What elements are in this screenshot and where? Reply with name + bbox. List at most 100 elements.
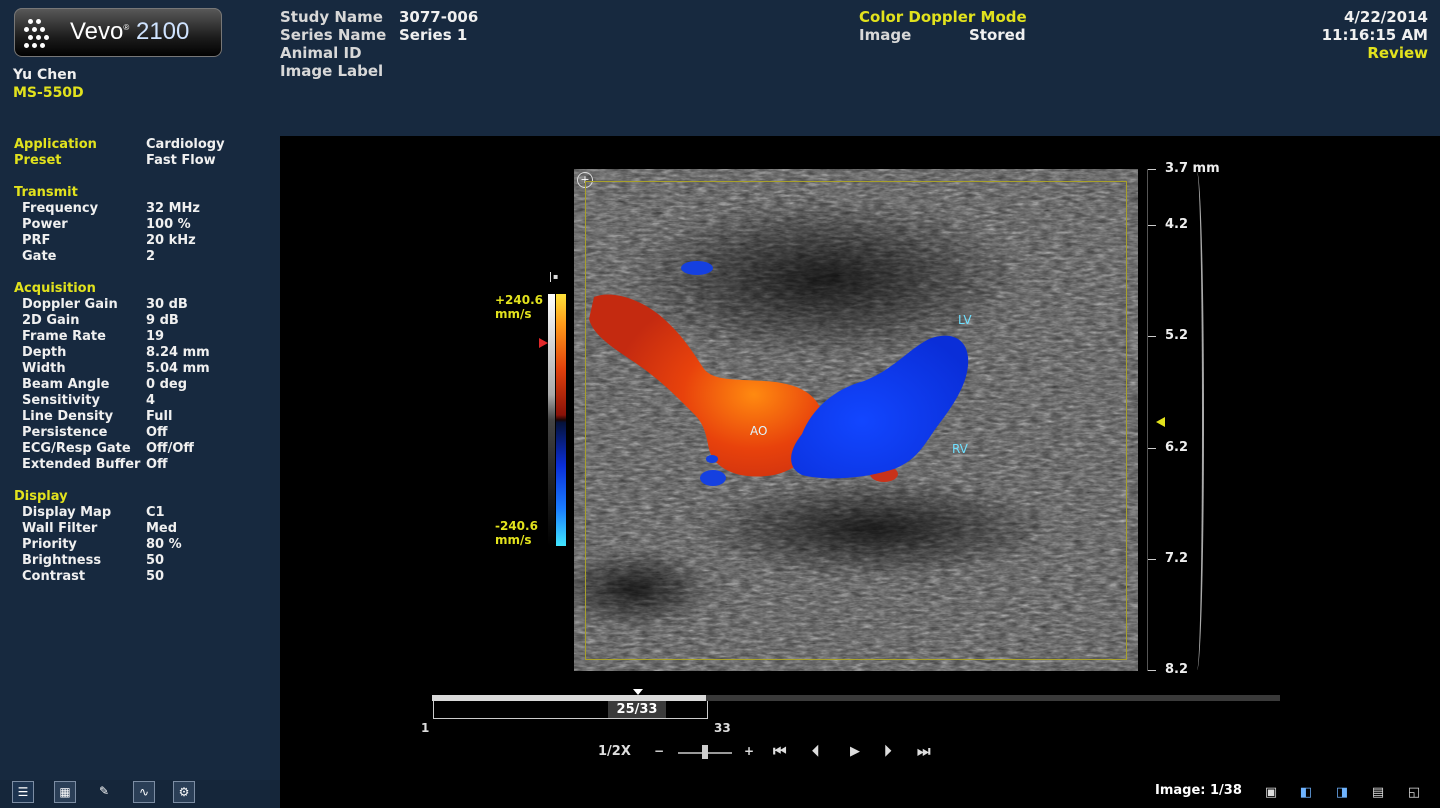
setting-label: Extended Buffer <box>22 457 141 472</box>
setting-value: 5.04 mm <box>146 361 210 376</box>
study-name-label: Study Name <box>280 8 383 26</box>
preset-value: Fast Flow <box>146 153 216 168</box>
brand-name: Vevo <box>70 18 124 45</box>
setting-value: 20 kHz <box>146 233 196 248</box>
velocity-min: -240.6 <box>495 519 538 533</box>
depth-label: 5.2 <box>1165 328 1189 343</box>
setting-label: Frame Rate <box>22 329 106 344</box>
delete-image-icon[interactable]: ▣ <box>1259 783 1283 803</box>
setting-value: 50 <box>146 569 165 584</box>
settings-sidebar: Vevo® 2100 Yu Chen MS-550D Application C… <box>0 0 280 780</box>
measure-icon[interactable]: ✎ <box>93 781 115 803</box>
imaging-mode: Color Doppler Mode <box>859 8 1027 26</box>
baseline-marker-icon: ▪ <box>550 272 561 282</box>
setting-label: Gate <box>22 249 57 264</box>
setting-label: Doppler Gain <box>22 297 118 312</box>
setting-value: 50 <box>146 553 165 568</box>
setting-label: Persistence <box>22 425 108 440</box>
list-icon[interactable]: ☰ <box>12 781 34 803</box>
cine-loop-bracket <box>433 701 708 719</box>
setting-label: Brightness <box>22 553 102 568</box>
velocity-unit-bottom: mm/s <box>495 533 532 547</box>
setting-value: Med <box>146 521 178 536</box>
setting-value: 9 dB <box>146 313 179 328</box>
play-button[interactable]: ▶ <box>850 744 860 759</box>
brand-model: 2100 <box>135 18 190 45</box>
setting-value: C1 <box>146 505 165 520</box>
depth-curve <box>1190 172 1204 670</box>
depth-label: 6.2 <box>1165 440 1189 455</box>
first-frame-button[interactable]: ⏮ <box>773 742 787 760</box>
time: 11:16:15 AM <box>1321 26 1428 44</box>
settings-gear-icon[interactable]: ⚙ <box>173 781 195 803</box>
image-label: Image <box>859 26 912 44</box>
setting-value: Full <box>146 409 173 424</box>
label-ao: AO <box>750 424 768 438</box>
preset-label: Preset <box>14 153 62 168</box>
setting-value: 2 <box>146 249 156 264</box>
vevo-logo: Vevo® 2100 <box>14 8 222 57</box>
next-image-icon[interactable]: ◨ <box>1330 783 1354 803</box>
setting-value: 100 % <box>146 217 191 232</box>
user-name: Yu Chen <box>13 67 77 83</box>
section-title-transmit: Transmit <box>14 185 78 200</box>
depth-label: 4.2 <box>1165 217 1189 232</box>
previous-image-icon[interactable]: ◧ <box>1294 783 1318 803</box>
setting-value: 80 % <box>146 537 182 552</box>
setting-value: Off <box>146 457 168 472</box>
series-name-value: Series 1 <box>399 26 468 44</box>
setting-value: Off/Off <box>146 441 194 456</box>
playback-speed[interactable]: 1/2X <box>598 744 631 759</box>
speed-decrease-button[interactable]: − <box>654 744 664 758</box>
focus-marker-icon[interactable] <box>1156 417 1165 427</box>
previous-frame-button[interactable]: ⏴ <box>812 742 820 760</box>
image-count: Image: 1/38 <box>1155 783 1242 798</box>
setting-label: 2D Gain <box>22 313 80 328</box>
setting-label: Frequency <box>22 201 99 216</box>
last-frame-button[interactable]: ⏭ <box>917 742 931 760</box>
threshold-marker-icon[interactable] <box>539 338 548 348</box>
timeline-cursor-icon[interactable] <box>633 689 643 695</box>
setting-label: Depth <box>22 345 67 360</box>
application-value: Cardiology <box>146 137 225 152</box>
setting-value: 8.24 mm <box>146 345 210 360</box>
label-lv: LV <box>958 313 972 327</box>
timeline-start: 1 <box>421 721 430 735</box>
setting-label: Priority <box>22 537 77 552</box>
setting-label: Width <box>22 361 66 376</box>
setting-label: ECG/Resp Gate <box>22 441 131 456</box>
velocity-max: +240.6 <box>495 293 544 307</box>
setting-value: 32 MHz <box>146 201 200 216</box>
logo-dots-icon <box>24 17 58 49</box>
series-name-label: Series Name <box>280 26 387 44</box>
report-icon[interactable]: ▦ <box>54 781 76 803</box>
setting-value: Off <box>146 425 168 440</box>
setting-label: Wall Filter <box>22 521 98 536</box>
animal-id-label: Animal ID <box>280 44 362 62</box>
setting-label: Beam Angle <box>22 377 110 392</box>
image-status: Stored <box>969 26 1026 44</box>
section-title-display: Display <box>14 489 68 504</box>
section-title-acquisition: Acquisition <box>14 281 96 296</box>
setting-value: 30 dB <box>146 297 188 312</box>
setting-value: 0 deg <box>146 377 187 392</box>
date: 4/22/2014 <box>1343 8 1428 26</box>
layout-icon[interactable]: ▤ <box>1366 783 1390 803</box>
doppler-roi-box[interactable] <box>585 181 1127 660</box>
depth-label: 8.2 <box>1165 662 1189 677</box>
velocity-color-bar <box>556 294 566 546</box>
label-rv: RV <box>952 442 968 456</box>
depth-axis <box>1147 169 1148 671</box>
depth-label: 7.2 <box>1165 551 1189 566</box>
setting-label: PRF <box>22 233 51 248</box>
setting-label: Power <box>22 217 68 232</box>
speed-increase-button[interactable]: + <box>744 744 754 758</box>
speed-slider-handle[interactable] <box>702 745 708 759</box>
physio-icon[interactable]: ∿ <box>133 781 155 803</box>
application-label: Application <box>14 137 97 152</box>
next-frame-button[interactable]: ⏵ <box>884 742 892 760</box>
timeline-end: 33 <box>714 721 731 735</box>
grayscale-bar <box>548 294 555 546</box>
window-icon[interactable]: ◱ <box>1402 783 1426 803</box>
velocity-unit-top: mm/s <box>495 307 532 321</box>
